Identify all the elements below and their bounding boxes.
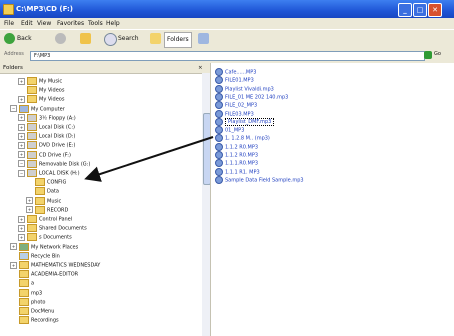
address-input[interactable]: F:\MP3 <box>30 51 425 61</box>
window-title: C:\MP3\CD (F:) <box>16 5 73 13</box>
arrow-line <box>84 136 214 182</box>
menu-favorites[interactable]: Favorites <box>57 18 84 29</box>
maximize-button[interactable]: □ <box>413 3 427 17</box>
menu-help[interactable]: Help <box>106 18 120 29</box>
address-label: Address <box>4 51 24 57</box>
forward-arrow-icon[interactable] <box>55 33 66 44</box>
up-folder-icon[interactable] <box>80 33 91 44</box>
toolbar: Back Search Folders <box>0 29 454 50</box>
content-area: Folders × + My Music My Videos + My Videos − M… <box>0 63 454 336</box>
go-button[interactable]: Go <box>434 51 441 57</box>
menu-tools[interactable]: Tools <box>88 18 103 29</box>
folder-icon <box>3 4 14 15</box>
annotation-arrow <box>84 136 214 182</box>
close-button[interactable]: ✕ <box>428 3 442 17</box>
folders-icon[interactable] <box>150 33 161 44</box>
menu-bar: File Edit View Favorites Tools Help <box>0 18 454 29</box>
search-icon[interactable] <box>104 33 117 46</box>
minimize-button[interactable]: _ <box>398 3 412 17</box>
go-arrow-icon[interactable] <box>424 51 432 59</box>
menu-file[interactable]: File <box>4 18 14 29</box>
folders-button[interactable]: Folders <box>164 32 192 48</box>
search-button[interactable]: Search <box>118 32 139 46</box>
menu-view[interactable]: View <box>37 18 51 29</box>
back-button[interactable]: Back <box>17 32 32 46</box>
address-bar: Address F:\MP3 Go <box>0 49 454 62</box>
address-value: F:\MP3 <box>34 53 51 59</box>
title-bar[interactable]: C:\MP3\CD (F:) _ □ ✕ <box>0 0 454 18</box>
views-icon[interactable] <box>198 33 209 44</box>
menu-edit[interactable]: Edit <box>21 18 33 29</box>
explorer-window: C:\MP3\CD (F:) _ □ ✕ File Edit View Favo… <box>0 0 454 336</box>
back-arrow-icon[interactable] <box>4 33 15 44</box>
